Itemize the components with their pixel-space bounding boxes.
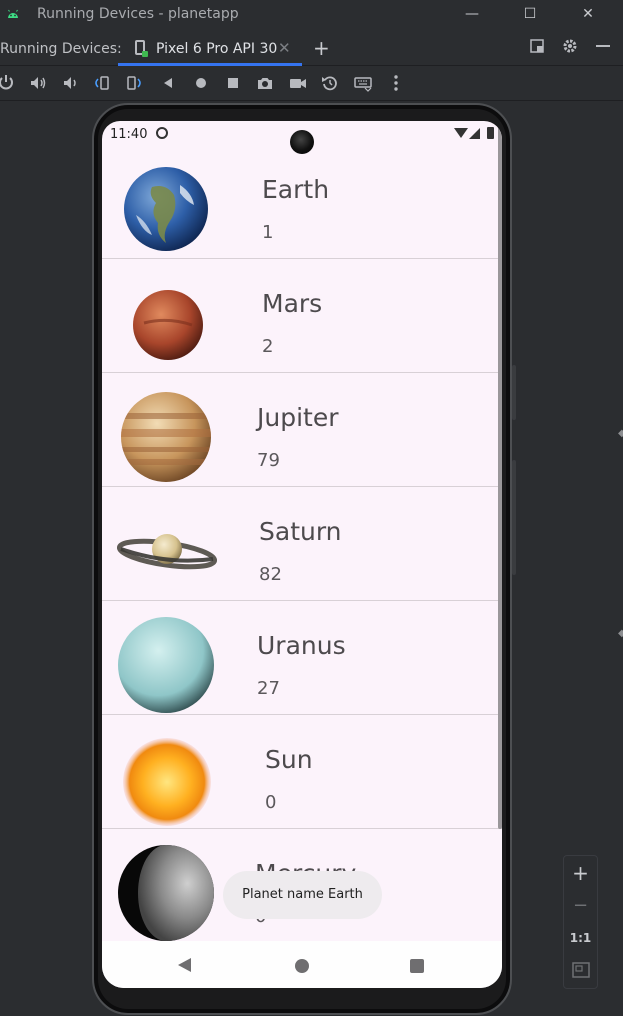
planet-name: Sun <box>265 745 313 774</box>
layout-icon[interactable] <box>529 38 545 54</box>
zoom-in-button[interactable]: + <box>564 858 597 888</box>
zoom-out-button[interactable]: − <box>564 891 597 921</box>
battery-icon <box>487 127 494 139</box>
saturn-image <box>117 534 217 570</box>
home-icon[interactable] <box>191 73 211 93</box>
status-time: 11:40 <box>110 127 148 142</box>
screen-record-icon[interactable] <box>288 73 308 93</box>
nav-recents-icon[interactable] <box>410 959 424 973</box>
running-devices-tabbar: Running Devices: Pixel 6 Pro API 30 ✕ + <box>0 30 623 66</box>
volume-side-button <box>512 460 516 575</box>
maximize-button[interactable]: ☐ <box>520 4 540 24</box>
zoom-controls: + − 1:1 <box>563 855 598 989</box>
screenshot-icon[interactable] <box>255 73 275 93</box>
list-scrollbar[interactable] <box>498 125 502 829</box>
planet-row-mars[interactable]: Mars 2 <box>102 259 502 373</box>
planet-row-saturn[interactable]: Saturn 82 <box>102 487 502 601</box>
power-side-button <box>512 365 516 420</box>
mars-image <box>133 290 203 360</box>
planet-count: 27 <box>257 678 280 699</box>
jupiter-image <box>121 392 211 482</box>
overview-icon[interactable] <box>223 73 243 93</box>
uranus-image <box>118 617 214 713</box>
nav-home-icon[interactable] <box>295 959 309 973</box>
android-nav-bar <box>102 941 502 988</box>
device-icon <box>135 40 148 57</box>
rotate-left-icon[interactable] <box>92 73 112 93</box>
planet-row-jupiter[interactable]: Jupiter 79 <box>102 373 502 487</box>
hide-panel-icon[interactable] <box>595 38 611 54</box>
cell-signal-icon <box>469 128 480 139</box>
edge-marker-icon: ◆ <box>618 628 623 639</box>
window-title: Running Devices - planetapp <box>37 6 239 22</box>
add-device-button[interactable]: + <box>313 36 330 60</box>
planet-row-sun[interactable]: Sun 0 <box>102 715 502 829</box>
planet-count: 79 <box>257 450 280 471</box>
planet-name: Saturn <box>259 517 342 546</box>
device-toolbar <box>0 67 623 101</box>
toast-message: Planet name Earth <box>223 871 382 919</box>
keyboard-icon[interactable] <box>353 73 373 93</box>
planet-name: Uranus <box>257 631 346 660</box>
close-tab-icon[interactable]: ✕ <box>278 39 291 57</box>
wifi-icon <box>454 128 468 138</box>
active-tab-indicator <box>118 63 302 66</box>
rotate-right-icon[interactable] <box>124 73 144 93</box>
planet-count: 2 <box>262 336 274 357</box>
planet-count: 1 <box>262 222 274 243</box>
nav-back-icon[interactable] <box>178 958 191 972</box>
planet-name: Earth <box>262 175 330 204</box>
back-icon[interactable] <box>158 73 178 93</box>
gear-icon[interactable] <box>562 38 578 54</box>
window-titlebar: Running Devices - planetapp — ☐ ✕ <box>0 0 623 30</box>
tab-label: Pixel 6 Pro API 30 <box>156 41 278 57</box>
volume-down-icon[interactable] <box>60 73 80 93</box>
edge-marker-icon: ◆ <box>618 428 623 439</box>
sun-image <box>123 738 211 826</box>
google-notification-icon <box>156 127 168 139</box>
earth-image <box>124 167 208 251</box>
planet-count: 82 <box>259 564 282 585</box>
device-screen[interactable]: 11:40 Earth 1 Mars 2 Jupiter 79 Saturn 8… <box>102 121 502 988</box>
power-icon[interactable] <box>0 73 16 93</box>
minimize-button[interactable]: — <box>462 4 482 24</box>
planet-name: Jupiter <box>257 403 339 432</box>
actual-size-button[interactable]: 1:1 <box>564 923 597 953</box>
volume-up-icon[interactable] <box>28 73 48 93</box>
planet-name: Mars <box>262 289 323 318</box>
mercury-image <box>118 845 214 941</box>
planet-row-earth[interactable]: Earth 1 <box>102 145 502 259</box>
close-window-button[interactable]: ✕ <box>578 4 598 24</box>
panel-label: Running Devices: <box>0 41 122 57</box>
tab-pixel-6-pro[interactable]: Pixel 6 Pro API 30 ✕ <box>118 30 302 66</box>
reset-icon[interactable] <box>320 73 340 93</box>
more-icon[interactable] <box>386 73 406 93</box>
planet-count: 0 <box>265 792 277 813</box>
planet-row-uranus[interactable]: Uranus 27 <box>102 601 502 715</box>
fit-screen-icon[interactable] <box>572 962 590 978</box>
android-icon <box>8 9 18 18</box>
